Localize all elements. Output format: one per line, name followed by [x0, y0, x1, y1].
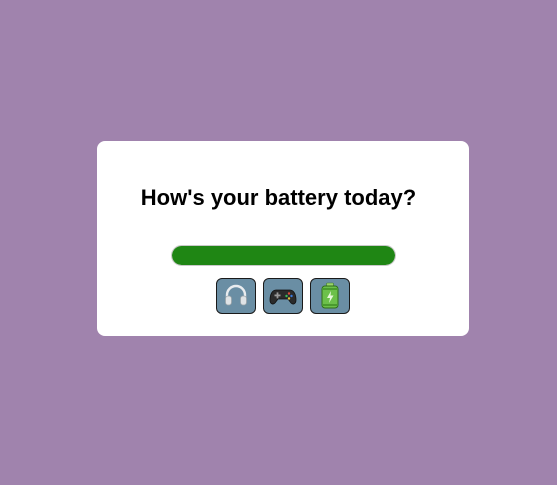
headphones-icon: [223, 283, 249, 309]
headphones-button[interactable]: [216, 278, 256, 314]
activity-icon-row: [216, 278, 350, 314]
battery-level-fill: [172, 246, 395, 265]
game-controller-button[interactable]: [263, 278, 303, 314]
game-controller-icon: [269, 284, 297, 308]
battery-charging-icon: [319, 282, 341, 310]
battery-level-bar: [171, 245, 396, 266]
battery-charging-button[interactable]: [310, 278, 350, 314]
battery-question-title: How's your battery today?: [140, 185, 417, 210]
